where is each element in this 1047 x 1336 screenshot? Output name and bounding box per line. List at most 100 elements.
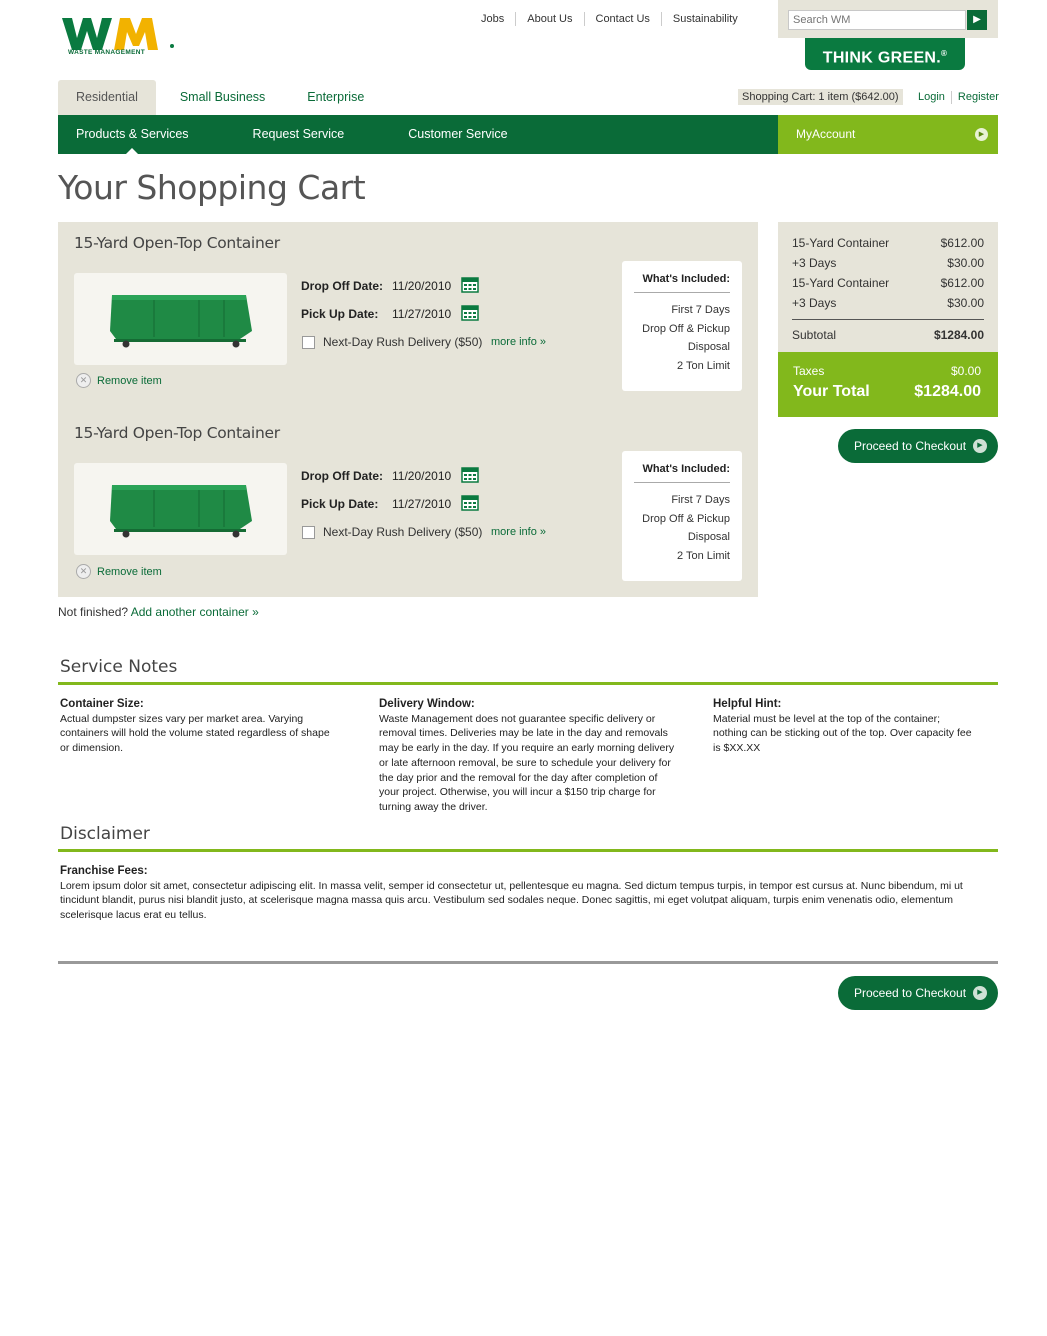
add-container-link[interactable]: Add another container » (131, 605, 259, 619)
not-finished: Not finished? Add another container » (58, 605, 259, 619)
disclaimer-title: Disclaimer (60, 824, 150, 844)
proceed-checkout-button-bottom[interactable]: Proceed to Checkout ▶ (838, 976, 998, 1010)
remove-item-button[interactable]: ✕ Remove item (76, 564, 162, 579)
summary-line: +3 Days $30.00 (792, 253, 984, 273)
included-item: First 7 Days (671, 304, 730, 316)
summary-line: 15-Yard Container $612.00 (792, 273, 984, 293)
pick-up-date[interactable]: 11/27/2010 (392, 307, 451, 321)
taxes-label: Taxes (793, 364, 825, 378)
disclaimer-body: Lorem ipsum dolor sit amet, consectetur … (60, 879, 963, 922)
top-link-sustainability[interactable]: Sustainability (660, 12, 749, 26)
top-link-jobs[interactable]: Jobs (470, 12, 515, 26)
nav-products-services[interactable]: Products & Services (58, 115, 207, 154)
cart-items-panel: 15-Yard Open-Top Container Drop Off Date… (58, 222, 758, 597)
top-link-contact[interactable]: Contact Us (583, 12, 661, 26)
included-item: Disposal (687, 531, 730, 543)
subtotal-row: Subtotal $1284.00 (792, 319, 984, 345)
calendar-icon[interactable] (461, 304, 479, 321)
summary-line-label: +3 Days (792, 296, 837, 310)
note-delivery-window: Delivery Window: Waste Management does n… (379, 697, 675, 815)
drop-off-label: Drop Off Date: (301, 469, 383, 483)
drop-off-date[interactable]: 11/20/2010 (392, 469, 451, 483)
taxes-value: $0.00 (950, 364, 981, 378)
subtotal-value: $1284.00 (933, 328, 984, 342)
top-link-about[interactable]: About Us (515, 12, 583, 26)
whats-included-title: What's Included: (634, 273, 730, 293)
remove-item-button[interactable]: ✕ Remove item (76, 373, 162, 388)
calendar-icon[interactable] (461, 466, 479, 483)
summary-line-value: $612.00 (940, 236, 984, 250)
close-circle-icon: ✕ (76, 564, 91, 579)
note-heading: Delivery Window: (379, 698, 475, 710)
proceed-checkout-button[interactable]: Proceed to Checkout ▶ (838, 429, 998, 463)
tab-small-business[interactable]: Small Business (162, 80, 283, 115)
more-info-link[interactable]: more info » (491, 526, 546, 538)
remove-item-label: Remove item (97, 374, 162, 387)
top-links: Jobs About Us Contact Us Sustainability (470, 12, 749, 26)
divider (58, 961, 998, 964)
disclaimer-heading: Franchise Fees: (60, 865, 148, 877)
wm-logo[interactable]: WASTE MANAGEMENT (62, 16, 176, 60)
dumpster-icon (110, 485, 252, 538)
my-account-label: MyAccount (796, 127, 856, 141)
rush-delivery-label: Next-Day Rush Delivery ($50) (323, 525, 483, 539)
remove-item-label: Remove item (97, 565, 162, 578)
more-info-link[interactable]: more info » (491, 336, 546, 348)
tab-residential[interactable]: Residential (58, 80, 156, 115)
rush-delivery-checkbox[interactable] (302, 526, 315, 539)
registered-mark: ® (941, 49, 948, 58)
think-green-text: THINK GREEN. (822, 49, 942, 67)
whats-included-box: What's Included: First 7 Days Drop Off &… (622, 451, 742, 581)
total-box: Taxes $0.00 Your Total $1284.00 (778, 352, 998, 417)
included-item: Drop Off & Pickup (642, 512, 730, 525)
included-item: Disposal (687, 341, 730, 353)
search-input[interactable] (788, 10, 966, 30)
tab-enterprise[interactable]: Enterprise (289, 80, 382, 115)
main-nav: Products & Services Request Service Cust… (58, 115, 778, 154)
auth-links: Login Register (918, 91, 1005, 104)
divider (58, 849, 998, 852)
pick-up-label: Pick Up Date: (301, 497, 379, 511)
login-link[interactable]: Login (918, 91, 951, 104)
calendar-icon[interactable] (461, 276, 479, 293)
included-item: Drop Off & Pickup (642, 322, 730, 335)
note-heading: Helpful Hint: (713, 698, 782, 710)
summary-line-value: $30.00 (947, 256, 984, 270)
included-item: 2 Ton Limit (677, 359, 730, 372)
play-arrow-icon: ▶ (973, 14, 981, 25)
drop-off-label: Drop Off Date: (301, 279, 383, 293)
note-body: Waste Management does not guarantee spec… (379, 712, 675, 813)
summary-line-value: $612.00 (940, 276, 984, 290)
drop-off-date[interactable]: 11/20/2010 (392, 279, 451, 293)
pick-up-date[interactable]: 11/27/2010 (392, 497, 451, 511)
whats-included-box: What's Included: First 7 Days Drop Off &… (622, 261, 742, 391)
rush-delivery-checkbox[interactable] (302, 336, 315, 349)
circle-arrow-icon: ▶ (973, 439, 987, 453)
whats-included-title: What's Included: (634, 463, 730, 483)
total-row: Your Total $1284.00 (793, 383, 981, 401)
note-helpful-hint: Helpful Hint: Material must be level at … (713, 697, 975, 756)
calendar-icon[interactable] (461, 494, 479, 511)
summary-line: +3 Days $30.00 (792, 293, 984, 313)
dumpster-icon (110, 295, 252, 348)
order-summary: 15-Yard Container $612.00 +3 Days $30.00 1… (778, 222, 998, 352)
cart-summary-badge[interactable]: Shopping Cart: 1 item ($642.00) (738, 89, 903, 105)
included-item: First 7 Days (671, 494, 730, 506)
my-account-button[interactable]: MyAccount ▶ (778, 115, 998, 154)
note-body: Material must be level at the top of the… (713, 712, 972, 755)
cart-item-title: 15-Yard Open-Top Container (74, 234, 280, 252)
subtotal-label: Subtotal (792, 328, 837, 342)
search-go-button[interactable]: ▶ (967, 10, 987, 30)
search-area: ▶ (778, 0, 998, 38)
note-heading: Container Size: (60, 698, 144, 710)
summary-line-label: 15-Yard Container (792, 276, 890, 290)
nav-request-service[interactable]: Request Service (235, 115, 363, 154)
segment-tabs: Residential Small Business Enterprise (58, 80, 388, 115)
not-finished-text: Not finished? (58, 605, 129, 619)
checkout-label: Proceed to Checkout (854, 439, 967, 453)
circle-arrow-icon: ▶ (975, 128, 988, 141)
register-link[interactable]: Register (950, 91, 1005, 104)
page-title: Your Shopping Cart (58, 168, 366, 207)
think-green-banner[interactable]: THINK GREEN.® (805, 38, 965, 70)
nav-customer-service[interactable]: Customer Service (390, 115, 525, 154)
